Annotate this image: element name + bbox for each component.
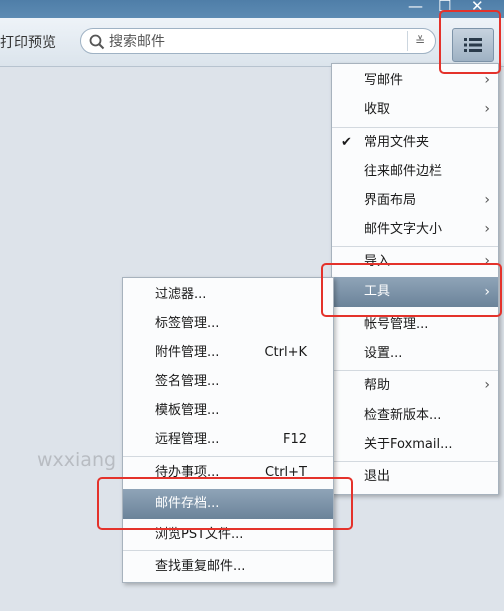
menu-separator (123, 456, 333, 457)
search-options-dropdown[interactable]: ≚ (407, 31, 432, 51)
menu-item-settings[interactable]: 设置... (332, 339, 498, 368)
menu-item-help[interactable]: 帮助 › (332, 371, 498, 400)
title-bar: — ☐ ✕ (0, 0, 504, 18)
menu-item-contacts-sidebar[interactable]: 往来邮件边栏 (332, 157, 498, 186)
submenu-item-tag-management[interactable]: 标签管理... (123, 309, 333, 338)
highlight-box-mail-archive (97, 477, 353, 530)
submenu-item-find-duplicates[interactable]: 查找重复邮件... (123, 552, 333, 581)
submenu-item-filters[interactable]: 过滤器... (123, 280, 333, 309)
chevron-right-icon: › (484, 101, 490, 117)
submenu-item-remote-management[interactable]: 远程管理... F12 (123, 425, 333, 454)
search-box[interactable]: ≚ (80, 28, 436, 54)
chevron-right-icon: › (484, 192, 490, 208)
submenu-item-signature-management[interactable]: 签名管理... (123, 367, 333, 396)
watermark: wxxiang (37, 449, 117, 471)
menu-separator (123, 550, 333, 551)
submenu-item-attachment-management[interactable]: 附件管理... Ctrl+K (123, 338, 333, 367)
print-preview-button[interactable]: 打印预览 (0, 32, 56, 52)
toolbar: 打印预览 ≚ (0, 18, 504, 67)
checkmark-icon: ✔ (341, 135, 352, 150)
menu-item-check-update[interactable]: 检查新版本... (332, 401, 498, 430)
tools-submenu: 过滤器... 标签管理... 附件管理... Ctrl+K 签名管理... 模板管… (122, 277, 334, 583)
menu-item-layout[interactable]: 界面布局 › (332, 186, 498, 215)
chevron-right-icon: › (484, 377, 490, 393)
menu-item-common-folders[interactable]: ✔ 常用文件夹 (332, 128, 498, 157)
search-icon (89, 34, 105, 50)
minimize-icon[interactable]: — (408, 0, 423, 15)
highlight-box-tools (321, 263, 502, 317)
search-input[interactable] (107, 31, 411, 53)
highlight-box-menu-button (439, 10, 501, 74)
submenu-item-template-management[interactable]: 模板管理... (123, 396, 333, 425)
menu-item-exit[interactable]: 退出 (332, 462, 498, 491)
chevron-right-icon: › (484, 221, 490, 237)
menu-item-receive[interactable]: 收取 › (332, 95, 498, 124)
menu-item-about[interactable]: 关于Foxmail... (332, 430, 498, 459)
menu-item-font-size[interactable]: 邮件文字大小 › (332, 215, 498, 244)
